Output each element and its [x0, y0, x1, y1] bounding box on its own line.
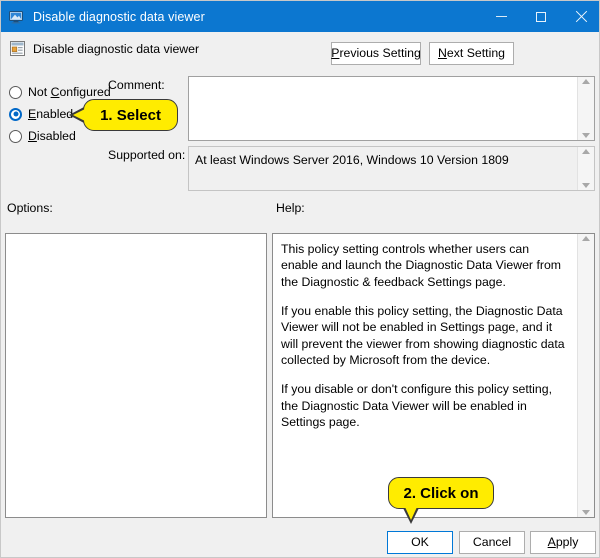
help-scrollbar[interactable] [577, 234, 594, 517]
window-controls [481, 1, 600, 32]
comment-input[interactable] [189, 77, 577, 140]
supported-on-label: Supported on: [108, 148, 185, 162]
computer-monitor-icon [8, 9, 24, 25]
previous-setting-label: revious Setting [339, 46, 420, 60]
window-title: Disable diagnostic data viewer [33, 10, 481, 24]
next-setting-button[interactable]: Next Setting [429, 42, 514, 65]
cancel-button-label: Cancel [473, 536, 511, 548]
scroll-down-icon[interactable] [582, 133, 590, 138]
radio-not-configured-indicator[interactable] [9, 86, 22, 99]
apply-accesskey: A [548, 535, 556, 549]
policy-setting-title: Disable diagnostic data viewer [33, 42, 199, 56]
minimize-icon [496, 16, 507, 17]
comment-box[interactable] [188, 76, 595, 141]
annotation-callout-step2: 2. Click on [388, 477, 494, 509]
help-paragraph: This policy setting controls whether use… [281, 241, 568, 290]
group-policy-setting-dialog: Disable diagnostic data viewer [0, 0, 600, 558]
comment-scrollbar[interactable] [577, 77, 594, 140]
next-setting-label: ext Setting [447, 46, 505, 60]
help-label: Help: [276, 201, 305, 215]
help-paragraph: If you disable or don't configure this p… [281, 381, 568, 430]
scroll-down-icon[interactable] [582, 510, 590, 515]
close-button[interactable] [561, 1, 600, 32]
radio-enabled-label: Enabled [28, 107, 73, 121]
ok-button[interactable]: OK [387, 531, 453, 554]
scroll-up-icon[interactable] [582, 236, 590, 241]
close-icon [575, 11, 587, 23]
cancel-button[interactable]: Cancel [459, 531, 525, 554]
previous-setting-button[interactable]: Previous Setting [331, 42, 421, 65]
supported-on-value: At least Windows Server 2016, Windows 10… [189, 147, 577, 190]
group-policy-setting-icon [9, 40, 26, 57]
radio-not-configured-label: Not Configured [28, 85, 111, 99]
maximize-button[interactable] [521, 1, 561, 32]
scroll-up-icon[interactable] [582, 79, 590, 84]
callout-tail-fill-icon [73, 109, 85, 121]
apply-button[interactable]: Apply [530, 531, 596, 554]
supported-on-scrollbar[interactable] [577, 147, 594, 190]
annotation-step2-label: 2. Click on [403, 485, 478, 502]
help-panel: This policy setting controls whether use… [272, 233, 595, 518]
options-label: Options: [7, 201, 53, 215]
options-panel[interactable] [5, 233, 267, 518]
title-bar: Disable diagnostic data viewer [1, 1, 600, 32]
comment-label: Comment: [108, 78, 165, 92]
radio-disabled-label: Disabled [28, 129, 76, 143]
maximize-icon [536, 12, 546, 22]
apply-button-label: pply [556, 535, 579, 549]
supported-on-box: At least Windows Server 2016, Windows 10… [188, 146, 595, 191]
radio-enabled-indicator[interactable] [9, 108, 22, 121]
annotation-callout-step1: 1. Select [83, 99, 178, 131]
scroll-up-icon[interactable] [582, 149, 590, 154]
next-setting-accesskey: N [438, 46, 447, 60]
minimize-button[interactable] [481, 1, 521, 32]
help-paragraph: If you enable this policy setting, the D… [281, 303, 568, 368]
help-text: This policy setting controls whether use… [273, 234, 577, 517]
ok-button-label: OK [411, 536, 429, 548]
radio-disabled-indicator[interactable] [9, 130, 22, 143]
annotation-step1-label: 1. Select [100, 107, 161, 124]
callout-tail-fill-icon [405, 507, 417, 520]
scroll-down-icon[interactable] [582, 183, 590, 188]
